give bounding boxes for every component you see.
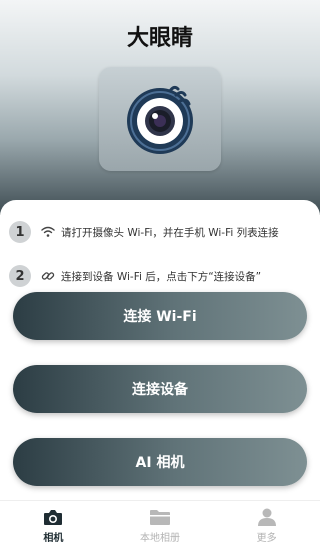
camera-icon	[43, 507, 63, 527]
tab-more[interactable]: 更多	[213, 501, 320, 550]
header-banner: 大眼睛	[0, 0, 320, 215]
step-number-badge: 1	[9, 221, 31, 243]
connect-wifi-button[interactable]: 连接 Wi-Fi	[13, 292, 307, 340]
step-1: 1 请打开摄像头 Wi-Fi，并在手机 Wi-Fi 列表连接	[9, 220, 279, 244]
app-logo	[99, 67, 221, 171]
tab-label: 本地相册	[140, 533, 180, 544]
tab-label: 相机	[43, 533, 64, 544]
app-title: 大眼睛	[126, 26, 193, 51]
connect-device-button[interactable]: 连接设备	[13, 365, 307, 413]
step-text: 请打开摄像头 Wi-Fi，并在手机 Wi-Fi 列表连接	[61, 226, 279, 239]
tab-camera[interactable]: 相机	[0, 501, 107, 550]
bottom-tabbar: 相机 本地相册 更多	[0, 500, 320, 550]
folder-icon	[149, 507, 171, 527]
tab-local-album[interactable]: 本地相册	[107, 501, 214, 550]
step-text: 连接到设备 Wi-Fi 后，点击下方“连接设备”	[61, 270, 262, 283]
ai-camera-button[interactable]: AI 相机	[13, 438, 307, 486]
tab-label: 更多	[256, 533, 277, 544]
eye-camera-icon	[127, 85, 193, 154]
connection-card: 1 请打开摄像头 Wi-Fi，并在手机 Wi-Fi 列表连接 2 连接到设备 W…	[0, 200, 320, 500]
person-icon	[257, 507, 277, 527]
wifi-icon	[41, 225, 55, 239]
step-2: 2 连接到设备 Wi-Fi 后，点击下方“连接设备”	[9, 264, 261, 288]
step-number-badge: 2	[9, 265, 31, 287]
link-icon	[41, 269, 55, 283]
